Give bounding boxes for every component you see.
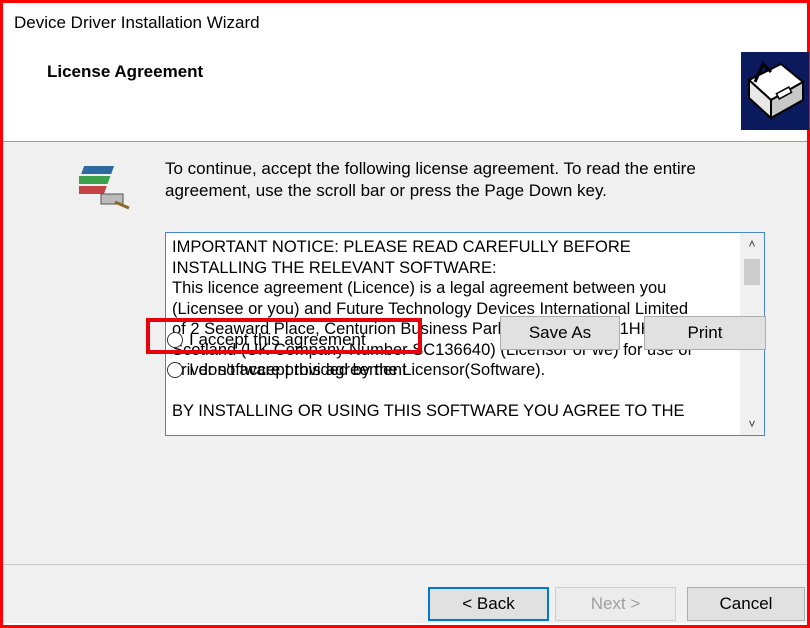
window-title: Device Driver Installation Wizard: [14, 13, 260, 32]
accept-highlight-box: [146, 318, 422, 354]
print-button[interactable]: Print: [644, 316, 766, 350]
decline-agreement-option[interactable]: I don't accept this agreement: [167, 360, 407, 380]
cancel-button[interactable]: Cancel: [687, 587, 805, 621]
package-installer-icon: [79, 166, 130, 210]
next-button[interactable]: Next >: [555, 587, 676, 621]
back-button[interactable]: < Back: [428, 587, 549, 621]
wizard-footer: < Back Next > Cancel: [3, 564, 807, 623]
wizard-install-icon: [741, 52, 809, 130]
decline-radio[interactable]: [167, 362, 183, 378]
instruction-text: To continue, accept the following licens…: [165, 159, 696, 200]
chevron-up-icon[interactable]: ˄: [740, 233, 764, 255]
scroll-thumb[interactable]: [744, 259, 760, 285]
chevron-down-icon[interactable]: ˅: [740, 413, 764, 435]
save-as-button[interactable]: Save As: [500, 316, 620, 350]
wizard-header: License Agreement: [3, 38, 809, 142]
decline-label: I don't accept this agreement: [189, 360, 407, 379]
page-title: License Agreement: [47, 62, 204, 81]
